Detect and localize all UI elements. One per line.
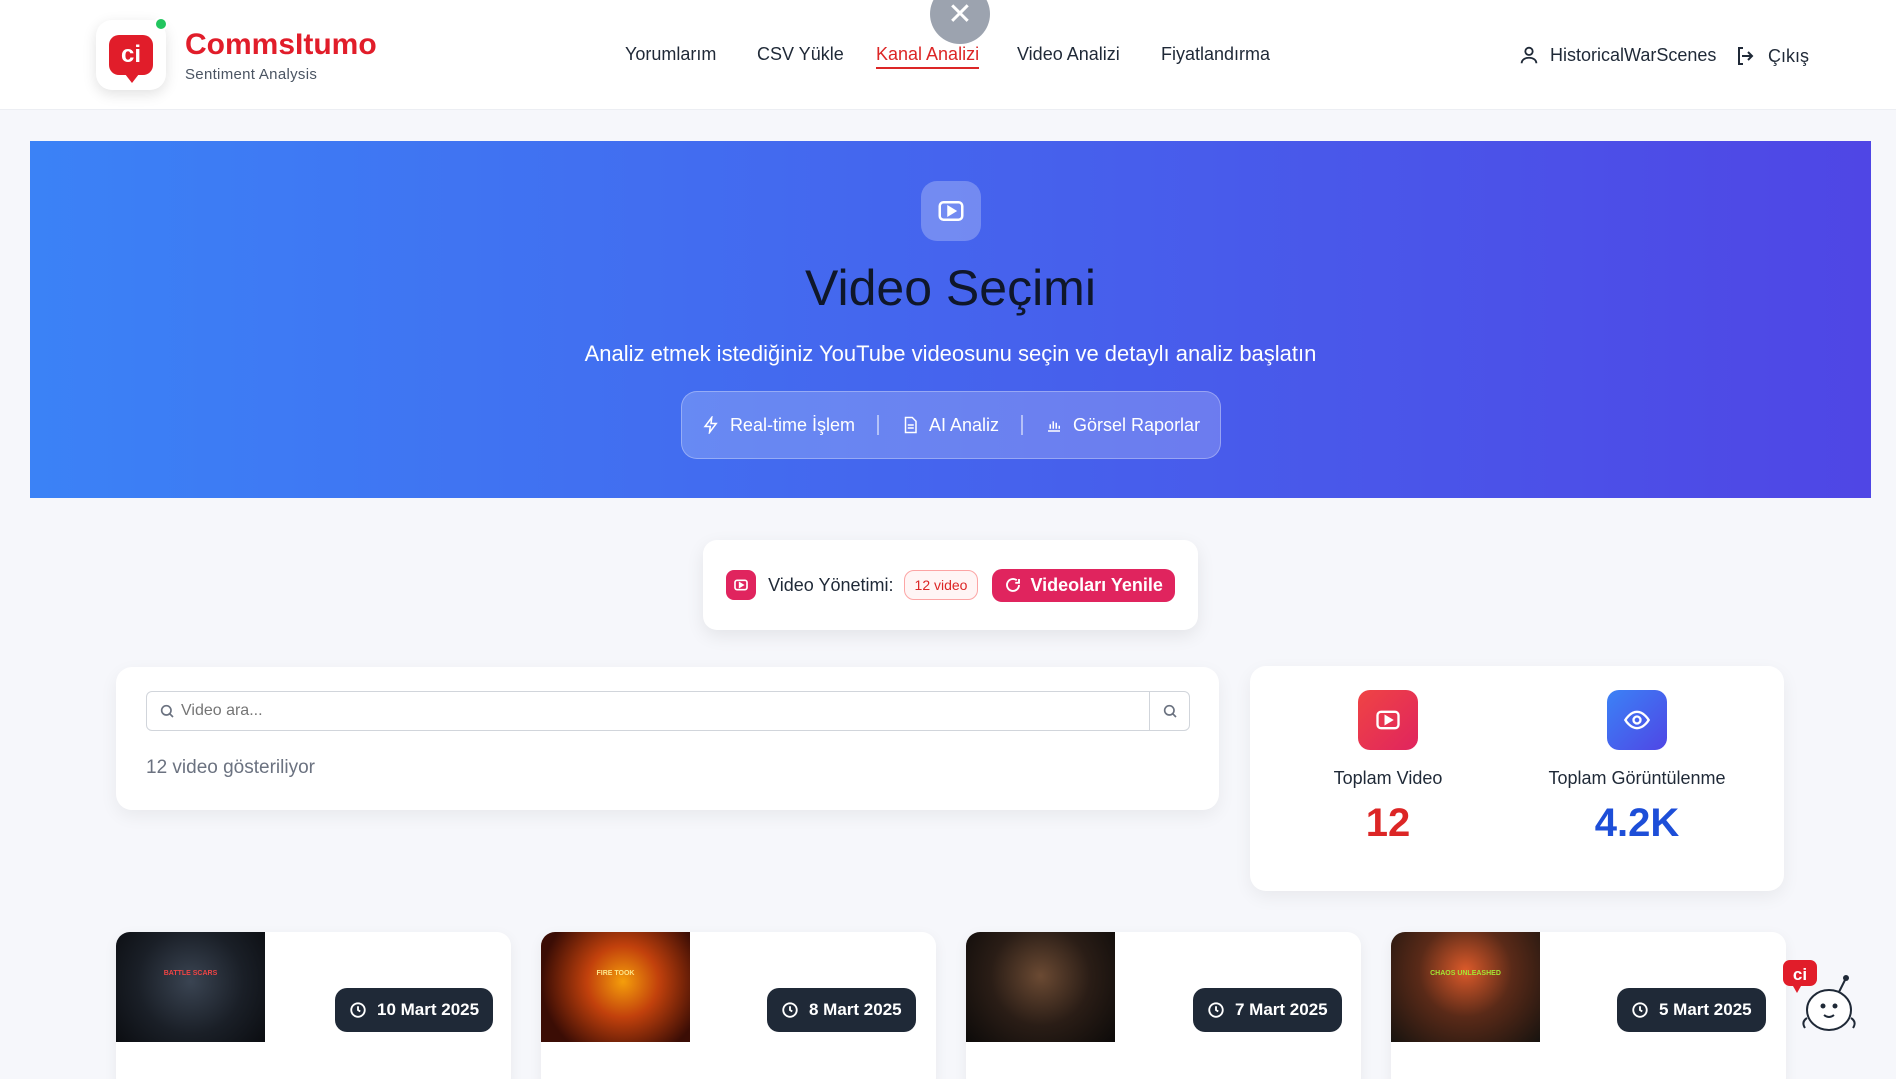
- feature-label: Görsel Raporlar: [1073, 414, 1201, 435]
- stat-total-videos: Toplam Video 12: [1278, 690, 1498, 846]
- divider: [1021, 415, 1024, 435]
- stat-value: 4.2K: [1594, 801, 1680, 845]
- date-badge: 7 Mart 2025: [1193, 988, 1342, 1032]
- search-card: 12 video gösteriliyor: [116, 667, 1219, 810]
- video-date: 10 Mart 2025: [377, 1000, 480, 1019]
- svg-text:ci: ci: [1793, 965, 1807, 984]
- feature-label: Real-time İşlem: [729, 414, 855, 435]
- refresh-videos-button[interactable]: Videoları Yenile: [992, 568, 1175, 602]
- eye-icon: [1607, 690, 1667, 750]
- logo-badge: ci: [109, 35, 153, 83]
- search-input[interactable]: [181, 702, 1149, 720]
- nav-item-yorumlarim[interactable]: Yorumlarım: [625, 44, 716, 65]
- divider: [876, 415, 879, 435]
- stat-label: Toplam Video: [1333, 768, 1443, 788]
- brand-logo[interactable]: ci: [96, 20, 166, 90]
- video-card[interactable]: FIRE TOOK 8 Mart 2025: [541, 932, 936, 1079]
- feature-realtime: Real-time İşlem: [702, 415, 855, 436]
- clock-icon: [782, 1002, 798, 1018]
- nav-item-csv-yukle[interactable]: CSV Yükle: [757, 44, 844, 65]
- video-card[interactable]: 7 Mart 2025: [966, 932, 1361, 1079]
- youtube-icon: [921, 181, 981, 241]
- video-management-bar: Video Yönetimi: 12 video Videoları Yenil…: [703, 540, 1198, 630]
- nav-item-kanal-analizi[interactable]: Kanal Analizi: [876, 44, 980, 69]
- stat-total-views: Toplam Görüntülenme 4.2K: [1527, 690, 1747, 846]
- video-thumbnail: [966, 932, 1115, 1042]
- search-icon: [160, 704, 174, 718]
- video-thumbnail: BATTLE SCARS: [116, 932, 265, 1042]
- nav-item-fiyatlandirma[interactable]: Fiyatlandırma: [1161, 44, 1270, 65]
- video-date: 7 Mart 2025: [1235, 1000, 1328, 1019]
- video-management-label: Video Yönetimi:: [768, 574, 894, 595]
- feature-reports: Görsel Raporlar: [1045, 415, 1200, 436]
- video-date: 5 Mart 2025: [1659, 1000, 1752, 1019]
- video-card[interactable]: BATTLE SCARS 10 Mart 2025: [116, 932, 511, 1079]
- video-thumbnail: CHAOS UNLEASHED: [1391, 932, 1540, 1042]
- user-icon: [1520, 46, 1538, 64]
- video-card[interactable]: CHAOS UNLEASHED 5 Mart 2025: [1391, 932, 1786, 1079]
- search-button[interactable]: [1149, 692, 1189, 730]
- clock-icon: [350, 1002, 366, 1018]
- bar-chart-icon: [1048, 421, 1061, 432]
- brand-name[interactable]: CommsItumo: [185, 28, 377, 62]
- stat-value: 12: [1365, 801, 1411, 845]
- video-thumbnail: FIRE TOOK: [541, 932, 690, 1042]
- online-status-dot: [154, 17, 168, 31]
- chat-assistant-mascot[interactable]: ci: [1781, 958, 1861, 1038]
- top-navbar: ci CommsItumo Sentiment Analysis Yorumla…: [0, 0, 1896, 110]
- thumbnail-text: CHAOS UNLEASHED: [1430, 970, 1501, 977]
- hero-banner: Video Seçimi Analiz etmek istediğiniz Yo…: [30, 141, 1871, 498]
- date-badge: 8 Mart 2025: [767, 988, 916, 1032]
- stats-card: Toplam Video 12 Toplam Görüntülenme 4.2K: [1250, 666, 1784, 891]
- user-profile-link[interactable]: HistoricalWarScenes: [1518, 44, 1716, 66]
- nav-item-video-analizi[interactable]: Video Analizi: [1017, 44, 1120, 65]
- youtube-icon: [1358, 690, 1418, 750]
- logout-label: Çıkış: [1768, 45, 1810, 66]
- hero-subtitle: Analiz etmek istediğiniz YouTube videosu…: [584, 341, 1317, 366]
- result-count: 12 video gösteriliyor: [146, 757, 315, 778]
- logout-button[interactable]: Çıkış: [1734, 44, 1809, 68]
- document-icon: [904, 416, 917, 434]
- brand-subtitle: Sentiment Analysis: [185, 66, 318, 83]
- feature-ai: AI Analiz: [901, 415, 999, 436]
- clock-icon: [1208, 1002, 1224, 1018]
- stat-label: Toplam Görüntülenme: [1548, 768, 1726, 788]
- thumbnail-text: FIRE TOOK: [596, 970, 635, 977]
- video-date: 8 Mart 2025: [809, 1000, 902, 1019]
- video-count-badge: 12 video: [903, 570, 979, 600]
- date-badge: 10 Mart 2025: [335, 988, 494, 1032]
- refresh-label: Videoları Yenile: [1030, 574, 1163, 595]
- clock-icon: [1632, 1002, 1648, 1018]
- lightning-icon: [703, 416, 718, 434]
- close-icon[interactable]: ✕: [930, 0, 990, 44]
- logout-icon: [1738, 47, 1754, 65]
- search-icon: [1163, 704, 1177, 718]
- feature-pills: Real-time İşlem AI Analiz Görsel Raporla…: [681, 391, 1221, 459]
- youtube-icon: [726, 570, 757, 600]
- feature-label: AI Analiz: [928, 414, 1000, 435]
- thumbnail-text: BATTLE SCARS: [163, 970, 218, 977]
- search-box: [146, 691, 1190, 731]
- user-name: HistoricalWarScenes: [1550, 44, 1717, 65]
- page-title: Video Seçimi: [805, 260, 1096, 316]
- mascot-icon: ci: [1783, 960, 1856, 1031]
- date-badge: 5 Mart 2025: [1617, 988, 1766, 1032]
- refresh-icon: [1006, 578, 1021, 592]
